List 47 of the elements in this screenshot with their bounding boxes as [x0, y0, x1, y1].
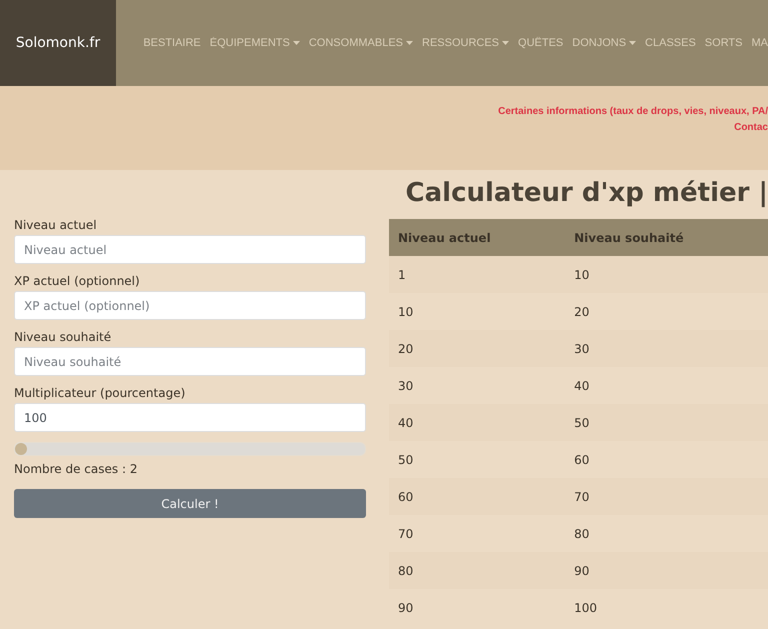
notice-text: Contac — [733, 121, 768, 135]
field-label: Multiplicateur (pourcentage) — [14, 386, 186, 400]
slider-thumb[interactable] — [15, 443, 27, 455]
slider-reading: Nombre de cases : 2 — [14, 462, 138, 476]
table-cell: 80 — [565, 515, 768, 552]
nav-link[interactable]: CONSOMMABLES — [308, 37, 413, 49]
range-slider[interactable] — [14, 442, 366, 456]
table-cell: 90 — [565, 552, 768, 589]
table-cell: 10 — [565, 256, 768, 293]
table-cell: 30 — [389, 367, 566, 404]
column-header: Niveau souhaité — [565, 219, 768, 256]
table-cell: 70 — [565, 478, 768, 515]
table-cell: 10 — [389, 293, 566, 330]
table-cell: 40 — [565, 367, 768, 404]
table-cell: 70 — [389, 515, 566, 552]
notice-text: Certaines informations (taux de drops, vies, niveaux, PA/ — [497, 105, 768, 119]
table-cell: 60 — [389, 478, 566, 515]
input-field[interactable]: Niveau actuel — [14, 235, 366, 264]
nav-link[interactable]: SORTS — [704, 37, 742, 49]
table-cell: 50 — [389, 441, 566, 478]
input-field[interactable]: 100 — [14, 403, 366, 432]
table-cell: 20 — [565, 293, 768, 330]
table-cell: 30 — [565, 330, 768, 367]
nav-link[interactable]: CLASSES — [645, 37, 696, 49]
table-cell: 60 — [565, 441, 768, 478]
field-label: Niveau souhaité — [14, 330, 112, 344]
table-cell: 1 — [389, 256, 566, 293]
caret-icon — [629, 41, 636, 45]
nav-link[interactable]: RESSOURCES — [422, 37, 510, 49]
page-title: Calculateur d'xp métier | — [404, 178, 768, 210]
table-cell: 40 — [389, 404, 566, 441]
nav-link[interactable]: BESTIAIRE — [143, 37, 201, 49]
caret-icon — [292, 41, 300, 45]
input-field[interactable]: XP actuel (optionnel) — [14, 291, 366, 320]
calculate-button[interactable]: Calculer ! — [14, 489, 366, 518]
nav-link[interactable]: MA — [752, 37, 768, 49]
table-cell: 20 — [389, 330, 566, 367]
site-logo-link[interactable]: Solomonk.fr — [0, 0, 116, 86]
input-field[interactable]: Niveau souhaité — [14, 347, 366, 376]
field-label: XP actuel (optionnel) — [14, 274, 141, 288]
column-header: Niveau actuel — [389, 219, 566, 256]
table-cell: 50 — [565, 404, 768, 441]
table-cell: 80 — [389, 552, 566, 589]
caret-icon — [406, 41, 413, 45]
caret-icon — [502, 41, 510, 45]
field-label: Niveau actuel — [14, 218, 98, 232]
nav-link[interactable]: DONJONS — [572, 37, 636, 49]
